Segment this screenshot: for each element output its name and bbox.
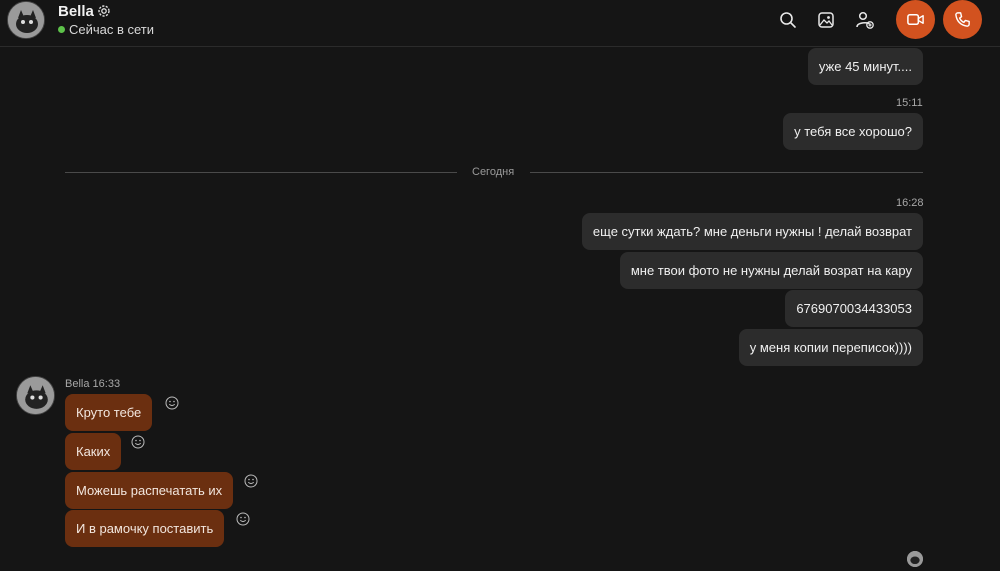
status-text: Сейчас в сети [69,22,155,37]
outgoing-message[interactable]: мне твои фото не нужны делай возрат на к… [619,252,923,289]
message-timestamp: 16:28 [896,197,924,209]
contact-name[interactable]: Bella [58,3,94,20]
outgoing-message[interactable]: у тебя все хорошо? [783,113,923,150]
incoming-message[interactable]: Каких [65,433,122,470]
outgoing-message[interactable]: у меня копии переписок)))) [738,329,923,366]
chat-header: Bella Сейчас в сети [0,0,1000,47]
outgoing-message[interactable]: уже 45 минут.... [807,48,923,85]
voice-call-button[interactable] [943,0,982,39]
incoming-message[interactable]: Круто тебе [65,394,153,431]
outgoing-message[interactable]: еще сутки ждать? мне деньги нужны ! дела… [581,213,923,250]
add-user-icon[interactable] [855,10,875,30]
message-timestamp: 15:11 [896,97,923,109]
video-call-button[interactable] [896,0,935,39]
gallery-icon[interactable] [816,10,836,30]
divider-line-right [530,172,923,173]
emoji-reaction-icon[interactable] [236,512,250,526]
video-call-icon [907,13,924,26]
date-divider-label: Сегодня [472,166,515,178]
search-icon[interactable] [778,10,798,30]
gear-icon[interactable] [96,3,112,19]
sender-name: Bella [65,378,90,390]
contact-avatar[interactable] [7,1,45,39]
outgoing-message[interactable]: 6769070034433053 [785,290,923,327]
divider-line-left [65,172,457,173]
sender-meta: Bella 16:33 [65,378,120,390]
incoming-message[interactable]: И в рамочку поставить [65,510,225,547]
sender-time: 16:33 [92,378,121,390]
emoji-reaction-icon[interactable] [131,435,145,449]
read-receipt-avatar [907,551,923,567]
emoji-reaction-icon[interactable] [165,396,179,410]
phone-call-icon [955,12,970,27]
emoji-reaction-icon[interactable] [244,474,258,488]
sender-avatar[interactable] [16,376,55,415]
incoming-message[interactable]: Можешь распечатать их [65,472,234,509]
online-status-dot [58,26,65,33]
